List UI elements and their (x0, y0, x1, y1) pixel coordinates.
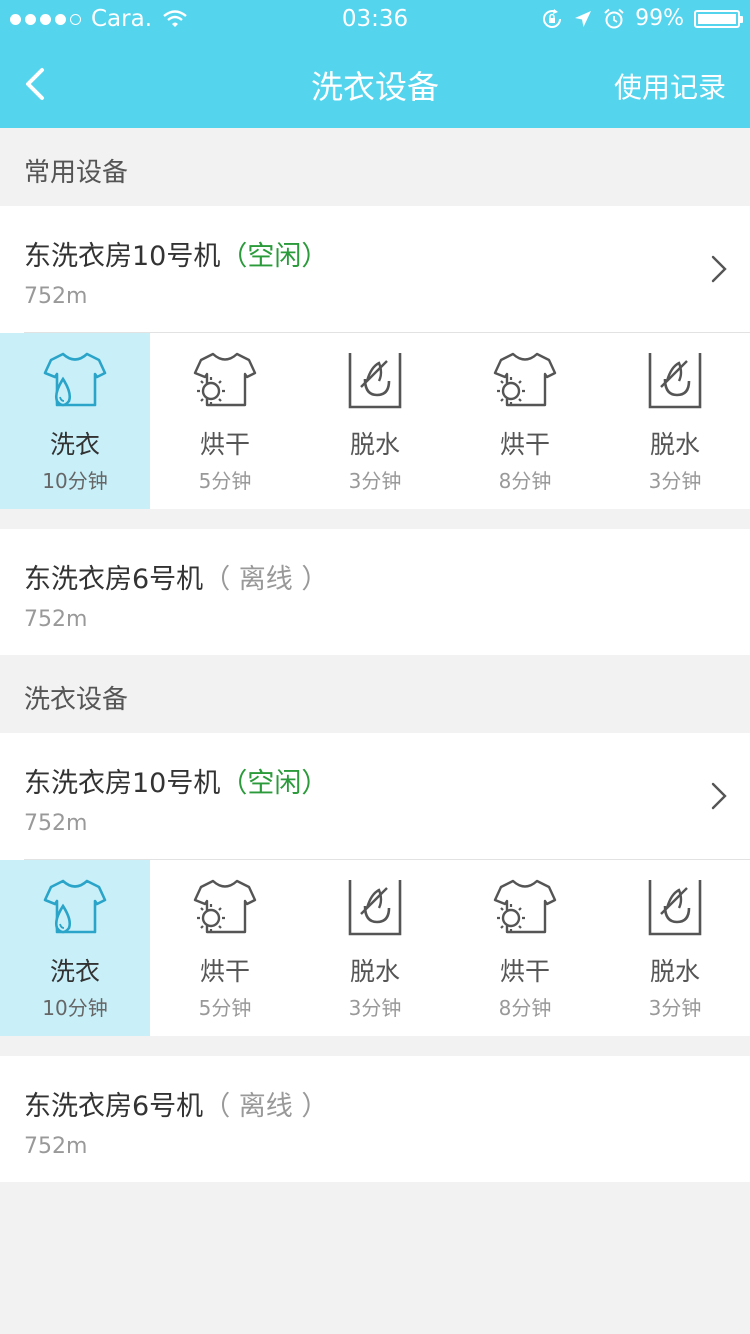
program-list: 洗衣 10分钟 烘干 5分钟 脱水 3分钟 烘干 8分钟 脱水 3分钟 (0, 333, 750, 509)
program-name: 洗衣 (49, 430, 100, 459)
program-spin[interactable]: 脱水 3分钟 (300, 333, 450, 509)
dry-shirt-icon (493, 879, 557, 934)
program-spin[interactable]: 脱水 3分钟 (600, 860, 750, 1036)
program-name: 洗衣 (49, 957, 100, 986)
dry-shirt-icon (193, 879, 257, 934)
program-dry[interactable]: 烘干 5分钟 (150, 860, 300, 1036)
spin-dry-icon (348, 880, 402, 936)
program-name: 烘干 (199, 430, 250, 459)
device-status-offline: （ 离线 ） (203, 1091, 329, 1122)
program-name: 烘干 (499, 430, 550, 459)
usage-history-button[interactable]: 使用记录 (614, 66, 726, 106)
wash-shirt-icon (43, 879, 107, 934)
program-dry[interactable]: 烘干 8分钟 (450, 860, 600, 1036)
device-name-line: 东洗衣房10号机（空闲） (24, 234, 328, 273)
chevron-right-icon[interactable] (710, 781, 728, 811)
program-duration: 5分钟 (198, 996, 252, 1020)
device-status-offline: （ 离线 ） (203, 564, 329, 595)
device-name: 东洗衣房6号机 (24, 1091, 204, 1122)
program-duration: 10分钟 (42, 469, 108, 493)
device-distance: 752m (24, 607, 88, 632)
device-name: 东洗衣房10号机 (24, 241, 221, 272)
device-status-free: （空闲） (220, 768, 329, 799)
dry-shirt-icon (193, 352, 257, 407)
program-dry[interactable]: 烘干 8分钟 (450, 333, 600, 509)
device-row-offline[interactable]: 东洗衣房6号机（ 离线 ） 752m (0, 529, 750, 655)
spin-dry-icon (648, 880, 702, 936)
program-dry[interactable]: 烘干 5分钟 (150, 333, 300, 509)
battery-percent: 99% (635, 6, 684, 31)
program-list: 洗衣 10分钟 烘干 5分钟 脱水 3分钟 烘干 8分钟 脱水 3分钟 (0, 860, 750, 1036)
program-name: 烘干 (499, 957, 550, 986)
device-name-line: 东洗衣房10号机（空闲） (24, 761, 328, 800)
battery-level-fill (698, 13, 736, 24)
device-distance: 752m (24, 811, 88, 836)
section-title-frequent: 常用设备 (24, 158, 129, 188)
device-row-offline[interactable]: 东洗衣房6号机（ 离线 ） 752m (0, 1056, 750, 1182)
program-name: 脱水 (649, 957, 700, 986)
program-duration: 5分钟 (198, 469, 252, 493)
device-card: 东洗衣房10号机（空闲） 752m 洗衣 10分钟 烘干 5分钟 脱水 3分钟 … (0, 733, 750, 1036)
program-name: 脱水 (649, 430, 700, 459)
device-card: 东洗衣房10号机（空闲） 752m 洗衣 10分钟 烘干 5分钟 脱水 3分钟 … (0, 206, 750, 509)
program-wash[interactable]: 洗衣 10分钟 (0, 860, 150, 1036)
dry-shirt-icon (493, 352, 557, 407)
program-duration: 3分钟 (648, 469, 702, 493)
device-name: 东洗衣房6号机 (24, 564, 204, 595)
status-bar: Cara. 03:36 99% (0, 0, 750, 40)
status-bar-right: 99% (541, 6, 743, 31)
program-spin[interactable]: 脱水 3分钟 (600, 333, 750, 509)
device-name-line: 东洗衣房6号机（ 离线 ） (24, 1084, 328, 1123)
section-title-all: 洗衣设备 (24, 685, 129, 715)
program-duration: 3分钟 (348, 469, 402, 493)
program-name: 脱水 (349, 957, 400, 986)
program-duration: 8分钟 (498, 996, 552, 1020)
chevron-right-icon[interactable] (710, 254, 728, 284)
device-distance: 752m (24, 284, 88, 309)
program-name: 脱水 (349, 430, 400, 459)
rotation-lock-icon (543, 8, 562, 28)
device-name: 东洗衣房10号机 (24, 768, 221, 799)
program-name: 烘干 (199, 957, 250, 986)
device-row[interactable]: 东洗衣房10号机（空闲） 752m (0, 206, 750, 332)
battery-icon (694, 9, 743, 28)
nav-bar: 洗衣设备 使用记录 (0, 40, 750, 128)
program-duration: 3分钟 (348, 996, 402, 1020)
device-name-line: 东洗衣房6号机（ 离线 ） (24, 557, 328, 596)
program-duration: 10分钟 (42, 996, 108, 1020)
program-spin[interactable]: 脱水 3分钟 (300, 860, 450, 1036)
alarm-clock-icon (604, 8, 624, 28)
program-duration: 3分钟 (648, 996, 702, 1020)
program-duration: 8分钟 (498, 469, 552, 493)
top-bar: Cara. 03:36 99% 洗衣设备 使用记录 (0, 0, 750, 128)
device-status-free: （空闲） (220, 241, 329, 272)
spin-dry-icon (348, 353, 402, 409)
location-arrow-icon (575, 10, 592, 27)
device-distance: 752m (24, 1134, 88, 1159)
wash-shirt-icon (43, 352, 107, 407)
spin-dry-icon (648, 353, 702, 409)
device-row[interactable]: 东洗衣房10号机（空闲） 752m (0, 733, 750, 859)
program-wash[interactable]: 洗衣 10分钟 (0, 333, 150, 509)
